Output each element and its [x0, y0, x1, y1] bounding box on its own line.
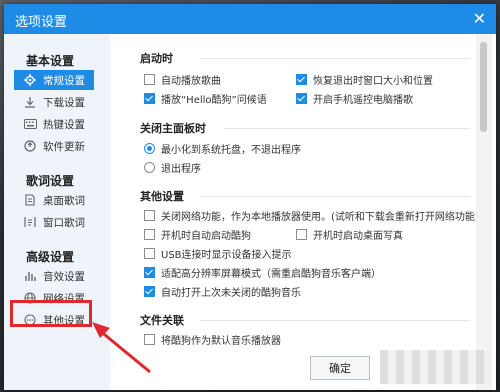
- radio-button[interactable]: [144, 162, 155, 173]
- option-label: 开机时自动启动酷狗: [161, 231, 251, 242]
- desktop-lyrics-icon: [22, 192, 38, 208]
- title-bar: 选项设置 ✕: [4, 4, 496, 34]
- checkbox[interactable]: [144, 229, 155, 240]
- sidebar-section-advanced: 高级设置: [26, 250, 75, 264]
- section-title-close-panel: 关闭主面板时: [140, 122, 206, 135]
- sidebar-item-label: 常规设置: [43, 74, 85, 87]
- sidebar-item-label: 下载设置: [43, 96, 85, 109]
- checkbox-autoplay[interactable]: 自动播放歌曲: [144, 72, 221, 87]
- option-label: 恢复退出时窗口大小和位置: [313, 76, 433, 87]
- annotation-highlight-box: [10, 300, 92, 327]
- equalizer-icon: [22, 268, 38, 284]
- checkbox-default-player[interactable]: 将酷狗作为默认音乐播放器: [144, 332, 281, 347]
- options-dialog: 选项设置 ✕ 基本设置 常规设置 下载设置 热键设置 软件更新 歌词设置 桌面歌…: [4, 4, 496, 390]
- checkbox[interactable]: [144, 286, 155, 297]
- checkbox-launch-on-boot[interactable]: 开机时自动启动酷狗: [144, 227, 251, 242]
- option-label: 开启手机遥控电脑播歌: [313, 95, 413, 106]
- sidebar-item-window-lyrics[interactable]: 窗口歌词: [14, 212, 94, 232]
- divider: [224, 128, 470, 129]
- sidebar-item-hotkeys[interactable]: 热键设置: [14, 114, 94, 134]
- sidebar-section-basic: 基本设置: [26, 54, 75, 68]
- gear-icon: [22, 72, 38, 88]
- checkbox-restore-window[interactable]: 恢复退出时窗口大小和位置: [296, 72, 433, 87]
- option-label: 最小化到系统托盘，不退出程序: [161, 145, 301, 156]
- option-label: 自动打开上次未关闭的酷狗音乐: [161, 288, 301, 299]
- scrollbar-thumb[interactable]: [480, 42, 487, 132]
- section-title-other: 其他设置: [140, 190, 184, 203]
- checkbox[interactable]: [144, 334, 155, 345]
- checkbox-disable-network[interactable]: 关闭网络功能，作为本地播放器使用。(试听和下载会重新打开网络功能): [144, 208, 479, 223]
- divider: [200, 320, 470, 321]
- checkbox-reopen-last[interactable]: 自动打开上次未关闭的酷狗音乐: [144, 284, 301, 299]
- close-icon[interactable]: ✕: [473, 9, 486, 29]
- option-label: 自动播放歌曲: [161, 76, 221, 87]
- divider: [200, 196, 470, 197]
- checkbox-desktop-portrait[interactable]: 开机时启动桌面写真: [296, 227, 403, 242]
- sidebar-item-desktop-lyrics[interactable]: 桌面歌词: [14, 190, 94, 210]
- sidebar-item-label: 窗口歌词: [43, 216, 85, 229]
- divider: [200, 58, 470, 59]
- checkbox[interactable]: [144, 210, 155, 221]
- checkbox[interactable]: [144, 267, 155, 278]
- update-icon: [22, 138, 38, 154]
- checkbox[interactable]: [144, 93, 155, 104]
- option-label: 将酷狗作为默认音乐播放器: [161, 336, 281, 347]
- sidebar-item-label: 软件更新: [43, 140, 85, 153]
- section-title-file-assoc: 文件关联: [140, 314, 184, 327]
- ok-button[interactable]: 确定: [310, 356, 370, 380]
- checkbox[interactable]: [296, 74, 307, 85]
- sidebar-section-lyrics: 歌词设置: [26, 174, 75, 188]
- radio-button[interactable]: [144, 143, 155, 154]
- option-label: 关闭网络功能，作为本地播放器使用。(试听和下载会重新打开网络功能): [161, 212, 479, 223]
- sidebar-item-download[interactable]: 下载设置: [14, 92, 94, 112]
- sidebar-item-update[interactable]: 软件更新: [14, 136, 94, 156]
- pixelated-watermark: [380, 350, 490, 384]
- sidebar-item-label: 热键设置: [43, 118, 85, 131]
- checkbox-phone-remote[interactable]: 开启手机遥控电脑播歌: [296, 91, 413, 106]
- checkbox-high-dpi[interactable]: 适配高分辨率屏幕模式（需重启酷狗音乐客户端）: [144, 265, 381, 280]
- checkbox-hello-greeting[interactable]: 播放“Hello酷狗”问候语: [144, 91, 267, 106]
- sidebar-item-label: 音效设置: [43, 270, 85, 283]
- checkbox[interactable]: [144, 74, 155, 85]
- radio-exit-program[interactable]: 退出程序: [144, 160, 201, 175]
- sidebar-item-audio-effects[interactable]: 音效设置: [14, 266, 94, 286]
- settings-content: 启动时 自动播放歌曲 恢复退出时窗口大小和位置 播放“Hello酷狗”问候语 开…: [110, 34, 479, 390]
- sidebar-item-label: 桌面歌词: [43, 194, 85, 207]
- download-icon: [22, 94, 38, 110]
- keyboard-icon: [22, 116, 38, 132]
- checkbox[interactable]: [144, 248, 155, 259]
- option-label: 开机时启动桌面写真: [313, 231, 403, 242]
- dialog-title: 选项设置: [15, 15, 68, 30]
- radio-minimize-tray[interactable]: 最小化到系统托盘，不退出程序: [144, 141, 301, 156]
- checkbox-usb-prompt[interactable]: USB连接时显示设备接入提示: [144, 246, 292, 261]
- scrollbar[interactable]: [476, 34, 492, 390]
- checkbox[interactable]: [296, 229, 307, 240]
- checkbox[interactable]: [296, 93, 307, 104]
- option-label: 退出程序: [161, 164, 201, 175]
- option-label: USB连接时显示设备接入提示: [161, 250, 292, 261]
- settings-sidebar: 基本设置 常规设置 下载设置 热键设置 软件更新 歌词设置 桌面歌词 窗口歌词 …: [4, 34, 110, 390]
- window-lyrics-icon: [22, 214, 38, 230]
- section-title-startup: 启动时: [140, 52, 173, 65]
- option-label: 适配高分辨率屏幕模式（需重启酷狗音乐客户端）: [161, 269, 381, 280]
- option-label: 播放“Hello酷狗”问候语: [161, 95, 267, 106]
- sidebar-item-general[interactable]: 常规设置: [14, 70, 94, 90]
